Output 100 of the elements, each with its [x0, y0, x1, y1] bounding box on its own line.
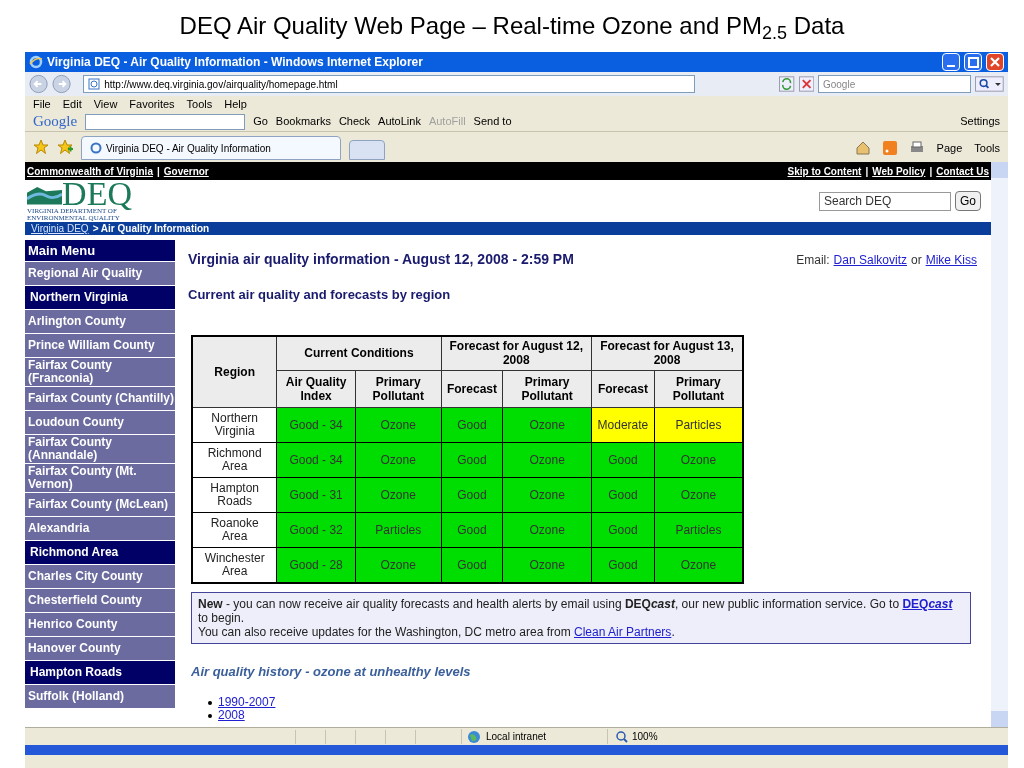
table-cell: Particles	[654, 407, 743, 443]
table-cell: Good	[441, 477, 503, 513]
table-cell: Good	[591, 442, 655, 478]
minimize-button[interactable]	[942, 53, 960, 71]
sidebar-item[interactable]: Regional Air Quality	[25, 262, 175, 285]
nav-link[interactable]: Governor	[163, 163, 209, 179]
sidebar-item[interactable]: Richmond Area	[25, 541, 175, 564]
sidebar-item[interactable]: Suffolk (Holland)	[25, 685, 175, 708]
table-cell: Ozone	[654, 547, 743, 583]
toolbar-search-field[interactable]	[85, 113, 246, 130]
go-command[interactable]: Go	[253, 113, 268, 130]
nav-link[interactable]: Web Policy	[872, 163, 926, 179]
command-button[interactable]: Tools	[974, 139, 1000, 156]
table-header: Primary Pollutant	[502, 370, 592, 408]
menu-item[interactable]: Favorites	[129, 95, 175, 113]
table-cell: Ozone	[355, 442, 442, 478]
nav-link[interactable]: Contact Us	[936, 163, 989, 179]
email-link[interactable]: Mike Kiss	[925, 250, 977, 269]
sidebar-item[interactable]: Prince William County	[25, 334, 175, 357]
table-cell: Good	[591, 512, 655, 548]
breadcrumb-link[interactable]: Virginia DEQ	[31, 221, 89, 236]
globe-icon	[466, 729, 482, 744]
maximize-button[interactable]	[964, 53, 982, 71]
table-header: Current Conditions	[276, 335, 442, 371]
sidebar-item[interactable]: Hanover County	[25, 637, 175, 660]
table-cell: Ozone	[502, 512, 592, 548]
command-button[interactable]: Page	[936, 139, 963, 156]
sidebar-item[interactable]: Chesterfield County	[25, 589, 175, 612]
browser-tab[interactable]: Virginia DEQ - Air Quality Information	[81, 136, 341, 160]
close-button[interactable]	[986, 53, 1004, 71]
sidebar-item[interactable]: Hampton Roads	[25, 661, 175, 684]
nav-link[interactable]: Commonwealth of Virginia	[27, 163, 153, 179]
toolbar-item[interactable]: Bookmarks	[275, 113, 331, 130]
sidebar-item[interactable]: Charles City County	[25, 565, 175, 588]
sidebar-item[interactable]: Fairfax County (Franconia)	[25, 358, 175, 386]
menu-item[interactable]: Edit	[62, 95, 82, 113]
feed-icon[interactable]	[882, 140, 897, 155]
sidebar-item[interactable]: Northern Virginia	[25, 286, 175, 309]
menu-title: Main Menu	[25, 240, 175, 261]
table-header: Forecast for August 12, 2008	[441, 335, 592, 371]
table-cell: Good - 34	[276, 407, 356, 443]
table-cell: Ozone	[654, 477, 743, 513]
table-cell: Ozone	[502, 547, 592, 583]
scrollbar[interactable]	[991, 162, 1008, 727]
go-button[interactable]: Go	[955, 191, 981, 211]
site-search-field[interactable]: Search DEQ	[819, 191, 951, 211]
search-field[interactable]: Google	[817, 75, 972, 93]
address-field[interactable]: http://www.deq.virginia.gov/airquality/homepage.html	[83, 75, 696, 93]
new-tab-button[interactable]	[349, 140, 385, 160]
toolbar-item[interactable]: Send to	[473, 113, 512, 130]
table-header: Forecast	[591, 370, 655, 408]
forward-icon[interactable]	[52, 74, 72, 94]
nav-link[interactable]: Skip to Content	[787, 163, 862, 179]
table-cell: Good	[441, 512, 503, 548]
zoom-control[interactable]: 100%	[607, 729, 658, 744]
sidebar-item[interactable]: Fairfax County (Chantilly)	[25, 387, 175, 410]
history-link[interactable]: 1990-2007	[218, 696, 276, 709]
favorites-star-icon[interactable]	[33, 139, 49, 155]
menu-item[interactable]: View	[93, 95, 118, 113]
refresh-icon[interactable]	[779, 76, 795, 92]
table-cell: Ozone	[502, 407, 592, 443]
table-cell: Good	[591, 477, 655, 513]
sidebar-item[interactable]: Henrico County	[25, 613, 175, 636]
menu-item[interactable]: Help	[224, 95, 247, 113]
stop-icon[interactable]	[798, 76, 814, 92]
sidebar-item[interactable]: Fairfax County (Mt. Vernon)	[25, 464, 175, 492]
search-icon[interactable]	[975, 76, 1004, 92]
email-link[interactable]: Dan Salkovitz	[833, 250, 907, 269]
home-icon[interactable]	[854, 139, 871, 156]
email-label: Email:	[796, 251, 830, 269]
table-cell: Ozone	[355, 407, 442, 443]
page-icon	[90, 142, 102, 154]
toolbar-item[interactable]: Check	[338, 113, 371, 130]
table-header: Air Quality Index	[276, 370, 356, 408]
deqcast-link[interactable]: DEQcast	[902, 596, 953, 611]
link-separator: |	[929, 164, 933, 179]
table-cell: Good	[441, 547, 503, 583]
maximize-icon	[965, 54, 981, 70]
add-favorites-icon[interactable]	[57, 139, 73, 155]
sidebar-item[interactable]: Alexandria	[25, 517, 175, 540]
menu-item[interactable]: Tools	[186, 95, 213, 113]
minimize-icon	[947, 65, 955, 67]
back-icon[interactable]	[29, 74, 49, 94]
table-cell: Good	[591, 547, 655, 583]
history-link[interactable]: 2008	[218, 709, 245, 722]
sidebar-item[interactable]: Loudoun County	[25, 411, 175, 434]
sidebar-item[interactable]: Fairfax County (Annandale)	[25, 435, 175, 463]
table-header: Primary Pollutant	[355, 370, 442, 408]
table-cell: Good - 28	[276, 547, 356, 583]
table-cell: Ozone	[355, 547, 442, 583]
browser-logo-icon	[29, 55, 43, 69]
settings-button[interactable]: Settings	[960, 113, 1000, 130]
table-cell: Particles	[654, 512, 743, 548]
bullet-icon	[208, 713, 212, 718]
sidebar-item[interactable]: Arlington County	[25, 310, 175, 333]
sidebar-item[interactable]: Fairfax County (McLean)	[25, 493, 175, 516]
toolbar-item[interactable]: AutoLink	[378, 113, 421, 130]
menu-item[interactable]: File	[33, 95, 51, 113]
table-cell: Good - 34	[276, 442, 356, 478]
table-cell: Good	[441, 442, 503, 478]
